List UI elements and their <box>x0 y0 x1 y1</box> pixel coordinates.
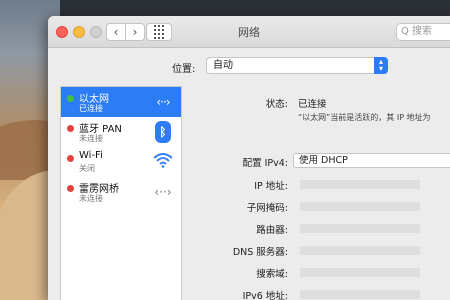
title-bar: ‹ › 网络 Q 搜索 <box>48 16 450 48</box>
status-value: 已连接 <box>298 99 327 110</box>
search-domain-label: 搜索域: <box>256 269 288 280</box>
dns-server-value <box>300 246 420 255</box>
location-label: 位置: <box>172 64 196 75</box>
configure-ipv4-select[interactable]: 使用 DHCP <box>293 153 450 168</box>
select-arrows-icon: ▴ ▾ <box>374 57 388 74</box>
router-label: 路由器: <box>256 225 288 236</box>
service-status: 已连接 <box>79 104 103 113</box>
service-item-wifi[interactable]: Wi-Fi 关闭 <box>61 147 181 177</box>
subnet-mask-label: 子网掩码: <box>246 203 288 214</box>
bluetooth-icon: ᛒ <box>155 121 171 143</box>
service-status: 未连接 <box>79 134 103 143</box>
router-value <box>300 224 420 233</box>
status-note: “以太网”当前是活跃的，其 IP 地址为 <box>298 113 431 122</box>
service-item-bluetooth-pan[interactable]: 蓝牙 PAN 未连接 ᛒ <box>61 117 181 147</box>
ipv6-address-label: IPv6 地址: <box>242 291 288 300</box>
search-domain-value <box>300 268 420 277</box>
location-select[interactable]: 自动 ▴ ▾ <box>206 57 388 74</box>
ip-address-label: IP 地址: <box>254 181 288 192</box>
dns-server-label: DNS 服务器: <box>232 247 288 258</box>
status-dot <box>67 155 74 162</box>
ip-address-value <box>300 180 420 189</box>
status-label: 状态: <box>265 99 288 110</box>
service-status: 未连接 <box>79 194 103 203</box>
thunderbolt-bridge-icon: ‹··› <box>154 185 172 199</box>
ethernet-icon: ‹··› <box>156 95 170 109</box>
configure-ipv4-label: 配置 IPv4: <box>242 158 288 169</box>
ipv6-address-value <box>300 290 420 299</box>
status-dot <box>67 95 74 102</box>
subnet-mask-value <box>300 202 420 211</box>
service-item-thunderbolt-bridge[interactable]: 雷雳网桥 未连接 ‹··› <box>61 177 181 207</box>
location-value: 自动 <box>213 60 233 71</box>
search-field[interactable]: Q 搜索 <box>396 23 450 41</box>
service-status: 关闭 <box>79 164 95 173</box>
status-dot <box>67 185 74 192</box>
network-preferences-window: ‹ › 网络 Q 搜索 位置: 自动 ▴ ▾ 以太网 已连接 ‹··› 蓝牙 PA… <box>48 16 450 300</box>
service-list[interactable]: 以太网 已连接 ‹··› 蓝牙 PAN 未连接 ᛒ Wi-Fi 关闭 雷雳网桥 … <box>60 86 182 300</box>
window-title: 网络 <box>238 26 260 39</box>
status-dot <box>67 125 74 132</box>
wifi-icon <box>151 151 175 173</box>
service-item-ethernet[interactable]: 以太网 已连接 ‹··› <box>61 87 181 117</box>
service-name: Wi-Fi <box>79 150 103 161</box>
